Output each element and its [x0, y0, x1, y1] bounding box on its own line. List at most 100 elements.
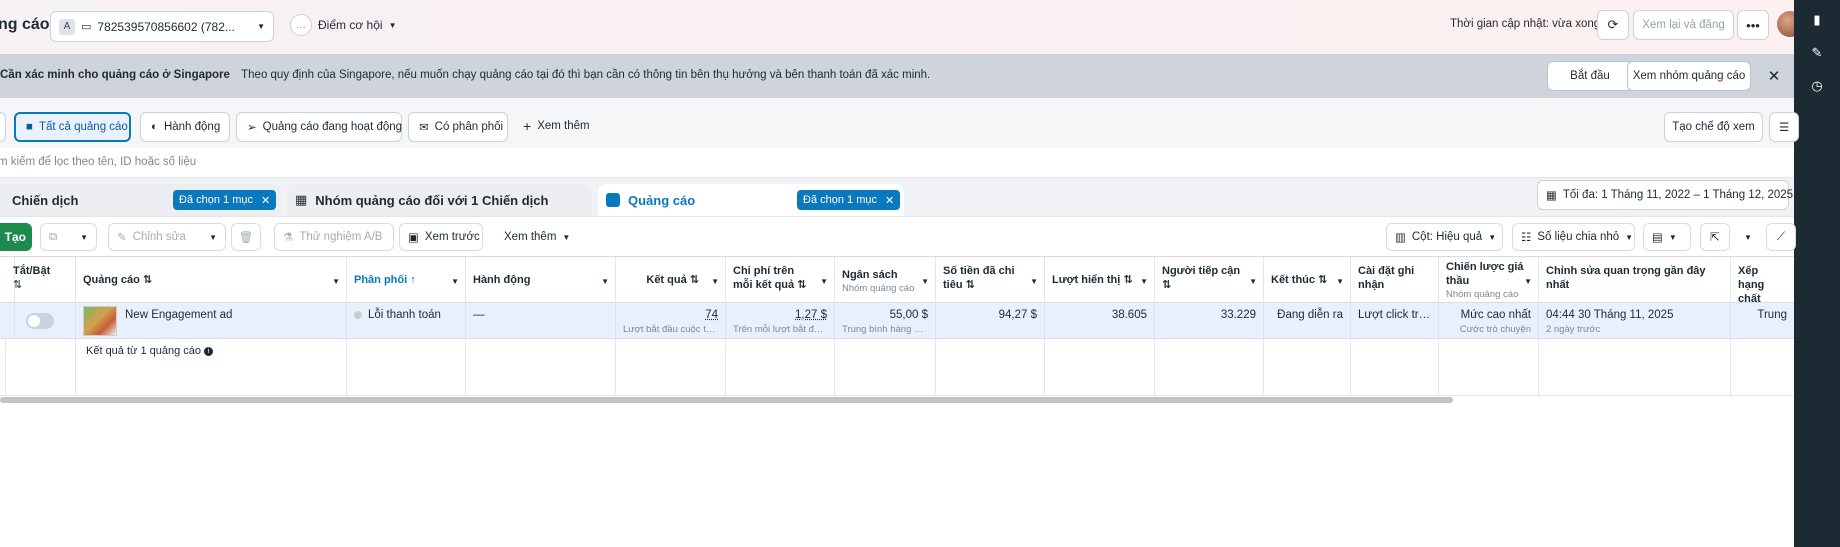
export-button[interactable]: ⇱	[1700, 223, 1730, 251]
page-title: ng cáo	[0, 16, 50, 33]
ab-test-button[interactable]: ⚗ Thử nghiệm A/B	[274, 223, 394, 251]
close-icon[interactable]: ✕	[261, 194, 270, 207]
header-ends-label: Kết thúc ⇅	[1271, 274, 1328, 286]
columns-button[interactable]: ▥ Cột: Hiệu quả ▼	[1386, 223, 1503, 251]
create-button[interactable]: Tạo	[0, 223, 32, 251]
filter-chip-partial[interactable]	[0, 112, 6, 142]
delivery-status: Lỗi thanh toán	[368, 309, 441, 321]
header-amount-spent[interactable]: Số tiền đã chi tiêu ⇅ ▼	[936, 257, 1045, 304]
summary-row: Kết quả từ 1 quảng cáo i	[0, 339, 1794, 396]
charts-button[interactable]: ⟋	[1766, 223, 1796, 251]
last-edit-sub: 2 ngày trước	[1546, 324, 1601, 335]
create-view-button[interactable]: Tạo chế độ xem	[1664, 112, 1763, 142]
table-row[interactable]: New Engagement ad Lỗi thanh toán — 74 Lượ…	[0, 303, 1794, 339]
filter-all-ads-label: Tất cả quảng cáo	[38, 121, 128, 133]
banner-text: Cần xác minh cho quảng cáo ở Singapore T…	[0, 69, 930, 81]
header-ends[interactable]: Kết thúc ⇅ ▼	[1264, 257, 1351, 304]
chevron-down-icon: ▼	[1524, 277, 1532, 286]
cost-value[interactable]: 1,27 $	[795, 309, 827, 321]
account-badge: A	[59, 18, 75, 35]
budget-sub: Trung bình hàng ngày	[842, 324, 928, 335]
refresh-button[interactable]: ⟳	[1597, 10, 1629, 40]
opportunity-score[interactable]: … Điểm cơ hội ▼	[290, 14, 396, 36]
horizontal-scrollbar[interactable]	[0, 397, 1453, 403]
row-attribution: Lượt click trong 7 ngày	[1351, 303, 1439, 339]
row-last-edit-cell: 04:44 30 Tháng 11, 2025 2 ngày trước	[1539, 303, 1731, 339]
header-results[interactable]: Kết quả ⇅ ▼	[616, 257, 726, 304]
account-selector[interactable]: A ▭ 782539570856602 (782... ▼	[50, 11, 274, 42]
export-menu-button[interactable]: ▼	[1733, 223, 1763, 251]
duplicate-button[interactable]: ⧉ ▼	[40, 223, 97, 251]
header-bid-strategy[interactable]: Chiến lược giá thầu Nhóm quảng cáo ▼	[1439, 257, 1539, 304]
opportunity-label: Điểm cơ hội	[318, 18, 383, 32]
ab-test-label: Thử nghiệm A/B	[299, 231, 383, 243]
header-toggle[interactable]: Tắt/Bật ⇅	[6, 257, 76, 304]
search-bar[interactable]: m kiếm để lọc theo tên, ID hoặc số liệu	[0, 148, 1794, 178]
chevron-down-icon: ▼	[257, 22, 265, 31]
header-ad[interactable]: Quảng cáo ⇅ ▼	[76, 257, 347, 304]
budget-value: 55,00 $	[889, 309, 928, 321]
header-toggle-label: Tắt/Bật	[13, 265, 51, 277]
filter-active-ads[interactable]: ➢ Quảng cáo đang hoạt động	[236, 112, 402, 142]
see-more-filters[interactable]: + Xem thêm	[523, 118, 590, 134]
row-ad-cell: New Engagement ad	[76, 303, 347, 339]
clock-icon[interactable]: ◷	[1808, 78, 1826, 96]
header-delivery[interactable]: Phân phối ↑ ▼	[347, 257, 466, 304]
ads-table: Tắt/Bật ⇅ Quảng cáo ⇅ ▼ Phân phối ↑ ▼ Hành …	[0, 256, 1794, 396]
header-impressions[interactable]: Lượt hiển thị ⇅ ▼	[1045, 257, 1155, 304]
pencil-icon[interactable]: ✎	[1808, 45, 1826, 63]
close-icon[interactable]: ✕	[1758, 61, 1790, 91]
header-reach-label: Người tiếp cận ⇅	[1162, 265, 1241, 291]
header-last-edit[interactable]: Chỉnh sửa quan trọng gần đây nhất	[1539, 257, 1731, 304]
results-value[interactable]: 74	[705, 309, 718, 321]
info-icon[interactable]: i	[204, 346, 214, 356]
chevron-down-icon: ▼	[332, 277, 340, 286]
date-range-picker[interactable]: ▦ Tối đa: 1 Tháng 11, 2022 – 1 Tháng 12,…	[1537, 180, 1807, 210]
start-button[interactable]: Bắt đầu	[1547, 61, 1633, 91]
columns-label: Cột: Hiệu quả	[1411, 231, 1483, 243]
filter-delivered[interactable]: ✉ Có phân phối	[408, 112, 508, 142]
campaign-selected-chip[interactable]: Đã chọn 1 mục ✕	[173, 190, 277, 210]
summary-toggle-cell	[6, 339, 76, 396]
summary-empty	[1045, 339, 1155, 396]
review-publish-button[interactable]: Xem lại và đăng	[1633, 10, 1734, 40]
header-cost-per-result[interactable]: Chi phí trên mỗi kết quả ⇅ ▼	[726, 257, 835, 304]
tab-adsets[interactable]: ▦ Nhóm quảng cáo đối với 1 Chiến dịch	[287, 184, 592, 216]
header-last-edit-label: Chỉnh sửa quan trọng gần đây nhất	[1546, 265, 1706, 291]
header-budget[interactable]: Ngân sách Nhóm quảng cáo ▼	[835, 257, 936, 304]
filter-actions[interactable]: ◐ Hành động	[140, 112, 230, 142]
close-icon[interactable]: ✕	[885, 194, 894, 207]
reports-button[interactable]: ▤ ▼	[1643, 223, 1691, 251]
chart-icon[interactable]: ▮	[1808, 12, 1826, 30]
ad-name[interactable]: New Engagement ad	[125, 306, 232, 339]
header-reach[interactable]: Người tiếp cận ⇅ ▼	[1155, 257, 1264, 304]
breakdown-label: Số liệu chia nhỏ	[1537, 231, 1620, 243]
breakdown-button[interactable]: ☷ Số liệu chia nhỏ ▼	[1512, 223, 1635, 251]
chevron-down-icon: ▼	[601, 277, 609, 286]
breakdown-icon: ☷	[1521, 232, 1532, 244]
folder-icon: ■	[26, 121, 33, 133]
delete-button[interactable]: 🗑	[231, 223, 261, 251]
filter-settings-button[interactable]: ☰	[1769, 112, 1799, 142]
score-icon: …	[290, 14, 312, 36]
header-attribution[interactable]: Cài đặt ghi nhận	[1351, 257, 1439, 304]
header-actions-label: Hành động	[473, 274, 531, 286]
summary-empty	[1539, 339, 1731, 396]
more-actions-button[interactable]: Xem thêm ▼	[496, 223, 578, 251]
preview-button[interactable]: ▣ Xem trước	[399, 223, 483, 251]
ad-selected-chip[interactable]: Đã chọn 1 mục ✕	[797, 190, 901, 210]
header-quality[interactable]: Xếp hạng chất lượng	[1731, 257, 1794, 318]
view-adsets-button[interactable]: Xem nhóm quảng cáo	[1627, 61, 1751, 91]
chevron-down-icon: ▼	[1799, 190, 1807, 200]
preview-icon: ▣	[408, 232, 419, 244]
refresh-icon: ⟳	[1607, 17, 1619, 32]
filter-all-ads[interactable]: ■ Tất cả quảng cáo	[14, 112, 131, 142]
header-spent-label: Số tiền đã chi tiêu ⇅	[943, 265, 1015, 291]
export-icon: ⇱	[1710, 232, 1720, 244]
ad-toggle[interactable]	[26, 313, 54, 329]
more-button[interactable]: •••	[1737, 10, 1769, 40]
row-reach: 33.229	[1155, 303, 1264, 339]
header-actions[interactable]: Hành động ▼	[466, 257, 616, 304]
edit-button[interactable]: ✎ Chỉnh sửa ▼	[108, 223, 226, 251]
sliders-icon: ☰	[1778, 122, 1790, 134]
